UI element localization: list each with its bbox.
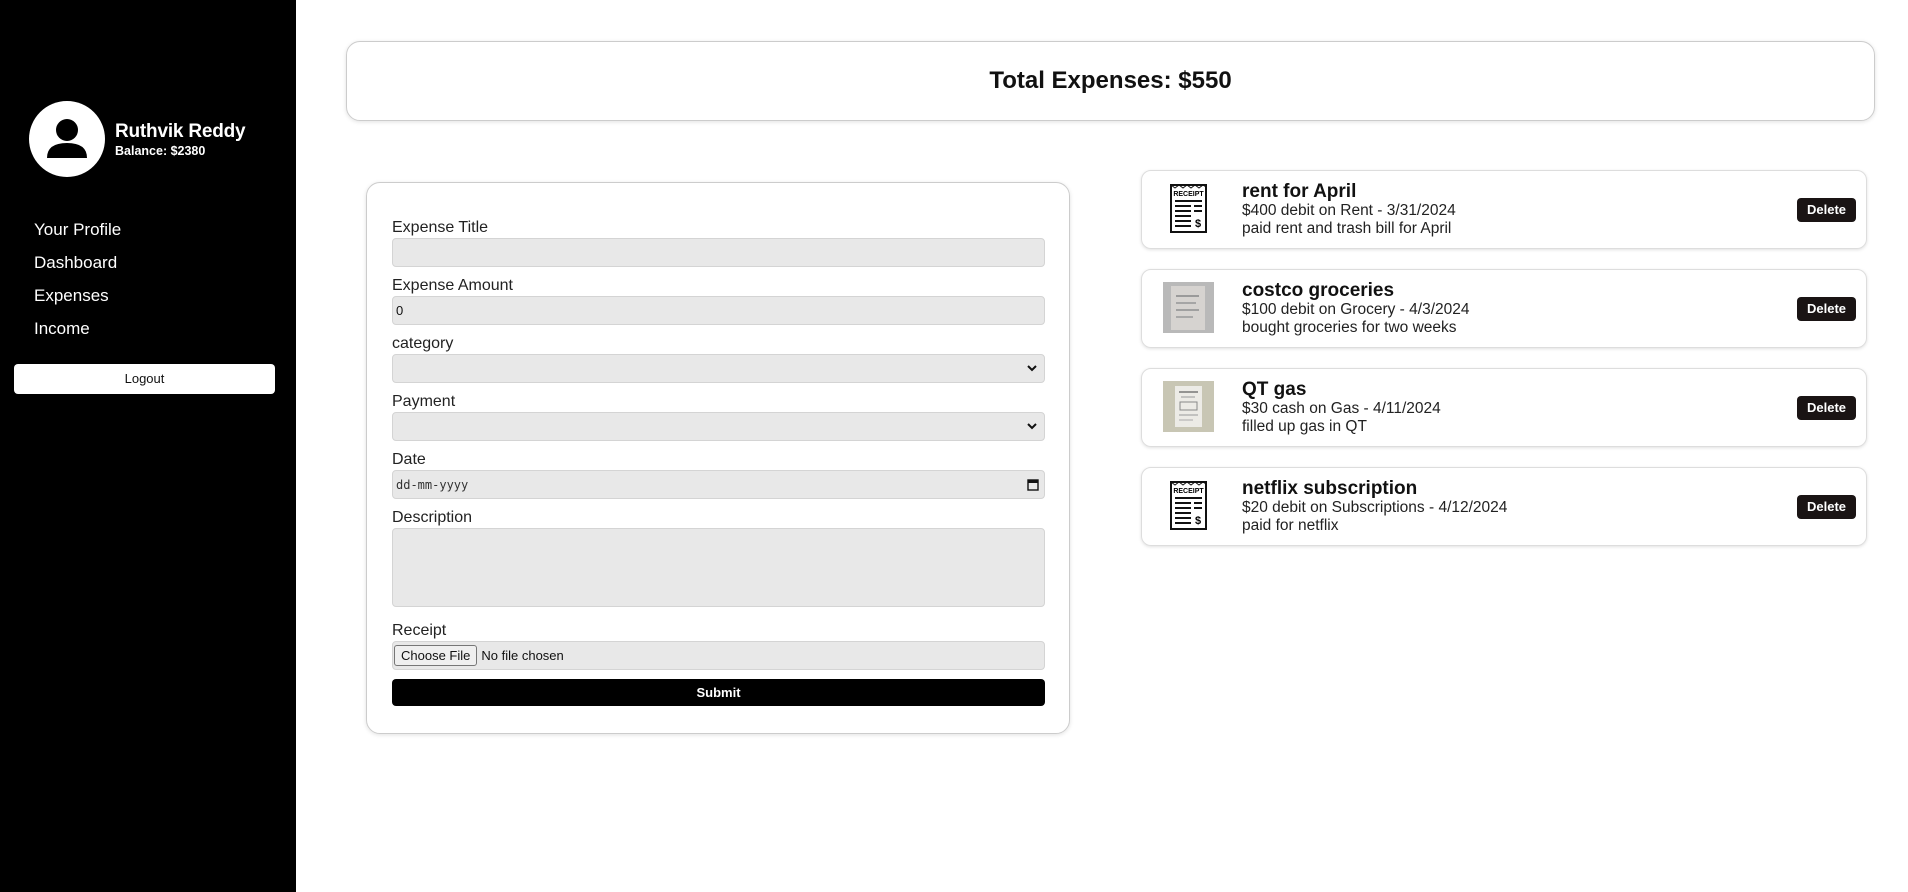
delete-button[interactable]: Delete (1797, 495, 1856, 519)
total-expenses: Total Expenses: $550 (989, 67, 1232, 94)
user-profile: Ruthvik Reddy Balance: $2380 (29, 101, 246, 177)
expense-detail: $20 debit on Subscriptions - 4/12/2024 (1242, 499, 1508, 516)
category-label: category (392, 335, 454, 352)
expense-title-input[interactable] (392, 238, 1045, 267)
expense-description: paid for netflix (1242, 517, 1339, 534)
expense-form: Expense Title Expense Amount 0 category … (366, 182, 1070, 734)
chevron-down-icon (1027, 365, 1037, 372)
expense-item: RECEIPT $ netflix subscription $20 debit… (1141, 467, 1867, 546)
receipt-icon: RECEIPT $ (1170, 184, 1207, 233)
sidebar: Ruthvik Reddy Balance: $2380 Your Profil… (0, 0, 296, 892)
delete-button[interactable]: Delete (1797, 396, 1856, 420)
submit-button[interactable]: Submit (392, 679, 1045, 706)
calendar-icon[interactable] (1027, 478, 1039, 491)
delete-button[interactable]: Delete (1797, 297, 1856, 321)
expense-description: filled up gas in QT (1242, 418, 1367, 435)
receipt-photo (1163, 381, 1214, 432)
receipt-icon: RECEIPT $ (1170, 481, 1207, 530)
total-expenses-card: Total Expenses: $550 (346, 41, 1875, 121)
nav-your-profile[interactable]: Your Profile (34, 220, 121, 253)
logout-button[interactable]: Logout (14, 364, 275, 394)
svg-text:$: $ (1195, 515, 1201, 527)
expense-title-label: Expense Title (392, 219, 489, 236)
expense-title: QT gas (1242, 379, 1307, 400)
user-name: Ruthvik Reddy (115, 120, 246, 142)
expense-title: rent for April (1242, 181, 1357, 202)
user-avatar-icon (29, 101, 105, 177)
file-status: No file chosen (481, 648, 564, 663)
expense-detail: $400 debit on Rent - 3/31/2024 (1242, 202, 1456, 219)
date-label: Date (392, 451, 426, 468)
chevron-down-icon (1027, 423, 1037, 430)
nav-income[interactable]: Income (34, 319, 121, 352)
description-textarea[interactable] (392, 528, 1045, 607)
nav-dashboard[interactable]: Dashboard (34, 253, 121, 286)
expense-title: netflix subscription (1242, 478, 1418, 499)
expense-title: costco groceries (1242, 280, 1395, 301)
description-label: Description (392, 509, 473, 526)
category-select[interactable] (392, 354, 1045, 383)
svg-text:$: $ (1195, 218, 1201, 230)
expense-amount-input[interactable]: 0 (392, 296, 1045, 325)
expense-detail: $100 debit on Grocery - 4/3/2024 (1242, 301, 1470, 318)
svg-text:RECEIPT: RECEIPT (1173, 488, 1204, 495)
svg-text:RECEIPT: RECEIPT (1173, 191, 1204, 198)
expense-item: RECEIPT $ rent for April $400 debit on R… (1141, 170, 1867, 249)
receipt-file-input[interactable]: Choose File No file chosen (392, 641, 1045, 670)
receipt-photo (1163, 282, 1214, 333)
user-balance: Balance: $2380 (115, 143, 206, 158)
sidebar-nav: Your Profile Dashboard Expenses Income (34, 220, 121, 352)
choose-file-button[interactable]: Choose File (394, 645, 478, 666)
receipt-label: Receipt (392, 622, 447, 639)
expense-amount-label: Expense Amount (392, 277, 513, 294)
expense-item: costco groceries $100 debit on Grocery -… (1141, 269, 1867, 348)
expense-detail: $30 cash on Gas - 4/11/2024 (1242, 400, 1441, 417)
date-input[interactable]: dd-mm-yyyy (392, 470, 1045, 499)
expense-description: paid rent and trash bill for April (1242, 220, 1452, 237)
expense-description: bought groceries for two weeks (1242, 319, 1457, 336)
expense-item: QT gas $30 cash on Gas - 4/11/2024 fille… (1141, 368, 1867, 447)
delete-button[interactable]: Delete (1797, 198, 1856, 222)
nav-expenses[interactable]: Expenses (34, 286, 121, 319)
date-placeholder: dd-mm-yyyy (396, 478, 469, 492)
payment-select[interactable] (392, 412, 1045, 441)
payment-label: Payment (392, 393, 456, 410)
